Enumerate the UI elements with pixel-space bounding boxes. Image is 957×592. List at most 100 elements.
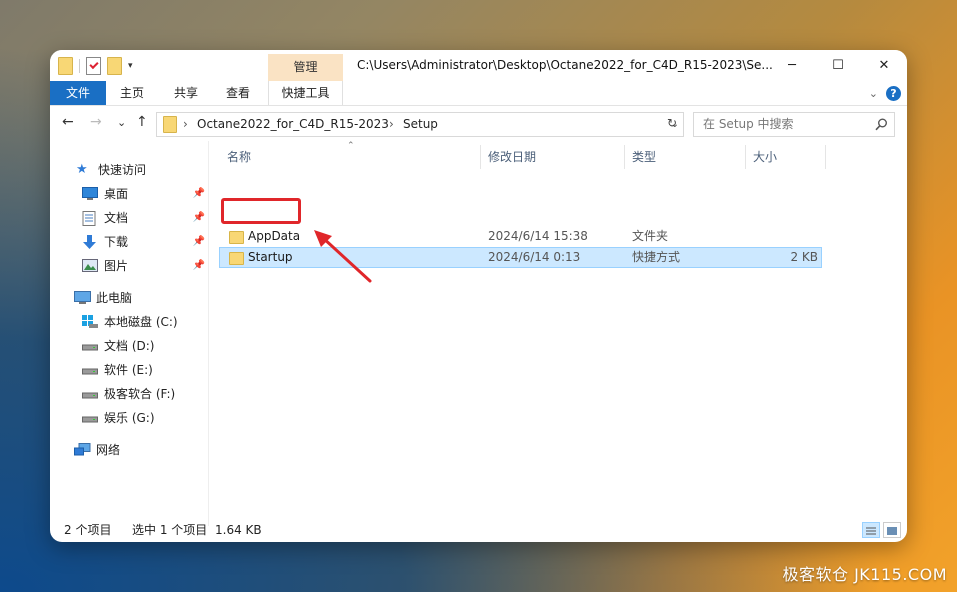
sidebar-item-label: 快速访问 bbox=[98, 163, 147, 177]
documents-icon bbox=[82, 211, 96, 226]
breadcrumb-item[interactable]: Octane2022_for_C4D_R15-2023 bbox=[197, 113, 389, 136]
up-arrow-icon[interactable]: ↑ bbox=[136, 114, 148, 130]
sidebar-item-drive-c[interactable]: 本地磁盘 (C:) bbox=[82, 311, 202, 333]
folder-icon bbox=[229, 231, 244, 244]
drive-icon bbox=[82, 416, 98, 423]
help-icon[interactable]: ? bbox=[886, 86, 901, 101]
customize-toolbar-chevron-icon[interactable]: ▾ bbox=[128, 61, 133, 71]
sidebar-item-quick-access[interactable]: ★ 快速访问 bbox=[76, 159, 196, 181]
windows-drive-icon bbox=[82, 315, 98, 328]
sidebar-item-drive-e[interactable]: 软件 (E:) bbox=[82, 359, 202, 381]
column-header-size[interactable]: 大小 bbox=[753, 141, 777, 173]
sidebar-item-label: 图片 bbox=[104, 259, 129, 273]
folder-icon bbox=[163, 116, 177, 133]
desktop-icon bbox=[82, 187, 98, 200]
navigation-bar: ← → ⌄ ↑ › Octane2022_for_C4D_R15-2023 › … bbox=[50, 106, 907, 141]
pin-icon[interactable]: 📌 bbox=[193, 231, 205, 253]
status-selected: 选中 1 个项目 bbox=[132, 523, 208, 537]
tab-share[interactable]: 共享 bbox=[162, 81, 210, 105]
quick-access-toolbar: ▾ bbox=[58, 57, 133, 75]
search-input[interactable]: 在 Setup 中搜索 bbox=[693, 112, 895, 137]
minimize-button[interactable]: ─ bbox=[769, 50, 815, 81]
file-name: AppData bbox=[248, 229, 301, 243]
file-list: ⌃ 名称 修改日期 类型 大小 AppData 2024/6/14 15:38 … bbox=[209, 141, 907, 526]
pin-icon[interactable]: 📌 bbox=[193, 183, 205, 205]
context-tab-manage[interactable]: 管理 bbox=[268, 54, 343, 81]
star-icon: ★ bbox=[76, 162, 88, 177]
title-bar: ▾ 管理 C:\Users\Administrator\Desktop\Octa… bbox=[50, 50, 907, 81]
tab-view[interactable]: 查看 bbox=[214, 81, 262, 105]
column-header-name[interactable]: 名称 bbox=[227, 141, 251, 173]
chevron-down-icon[interactable]: ⌄ bbox=[869, 87, 878, 100]
breadcrumb-item[interactable]: Setup bbox=[403, 113, 438, 136]
status-size: 1.64 KB bbox=[215, 523, 262, 537]
file-explorer-window: ▾ 管理 C:\Users\Administrator\Desktop\Octa… bbox=[50, 50, 907, 542]
back-arrow-icon[interactable]: ← bbox=[62, 114, 74, 130]
status-bar: 2 个项目 选中 1 个项目 1.64 KB bbox=[50, 519, 907, 542]
pin-icon[interactable]: 📌 bbox=[193, 255, 205, 277]
file-type: 文件夹 bbox=[632, 229, 669, 243]
column-header-date[interactable]: 修改日期 bbox=[488, 141, 536, 173]
sidebar-item-this-pc[interactable]: 此电脑 bbox=[74, 287, 194, 309]
sort-ascending-icon: ⌃ bbox=[347, 141, 355, 151]
sidebar-item-label: 软件 (E:) bbox=[104, 363, 153, 377]
sidebar-item-pictures[interactable]: 图片 📌 bbox=[82, 255, 205, 277]
sidebar-item-label: 娱乐 (G:) bbox=[104, 411, 155, 425]
close-button[interactable]: ✕ bbox=[861, 50, 907, 81]
tab-home[interactable]: 主页 bbox=[108, 81, 156, 105]
sidebar-item-drive-f[interactable]: 极客软合 (F:) bbox=[82, 383, 202, 405]
refresh-icon[interactable]: ↻ bbox=[662, 112, 682, 135]
file-name: Startup bbox=[248, 250, 293, 264]
sidebar-item-desktop[interactable]: 桌面 📌 bbox=[82, 183, 205, 205]
file-type: 快捷方式 bbox=[632, 250, 681, 264]
folder-shortcut-icon bbox=[229, 252, 244, 265]
column-divider[interactable] bbox=[480, 145, 481, 169]
sidebar-item-documents[interactable]: 文档 📌 bbox=[82, 207, 205, 229]
network-icon bbox=[74, 443, 91, 456]
recent-locations-chevron-icon[interactable]: ⌄ bbox=[117, 116, 126, 129]
details-view-icon[interactable] bbox=[862, 522, 880, 538]
sidebar-item-downloads[interactable]: 下载 📌 bbox=[82, 231, 205, 253]
computer-icon bbox=[74, 291, 91, 304]
sidebar-item-label: 桌面 bbox=[104, 187, 129, 201]
pictures-icon bbox=[82, 259, 98, 272]
new-folder-icon[interactable] bbox=[107, 57, 122, 75]
breadcrumb-separator[interactable]: › bbox=[183, 113, 188, 136]
sidebar-item-label: 下载 bbox=[104, 235, 129, 249]
sidebar-item-drive-g[interactable]: 娱乐 (G:) bbox=[82, 407, 202, 429]
sidebar-item-label: 网络 bbox=[96, 443, 121, 457]
toolbar-divider bbox=[79, 59, 80, 73]
highlight-box bbox=[221, 198, 301, 224]
address-bar[interactable]: › Octane2022_for_C4D_R15-2023 › Setup ⌄ bbox=[156, 112, 684, 137]
ribbon-right-controls: ⌄ ? bbox=[869, 86, 901, 101]
file-size: 2 KB bbox=[790, 250, 818, 264]
sidebar-item-label: 此电脑 bbox=[96, 291, 133, 305]
folder-icon bbox=[58, 57, 73, 75]
sidebar-item-label: 本地磁盘 (C:) bbox=[104, 315, 178, 329]
drive-icon bbox=[82, 392, 98, 399]
search-icon bbox=[875, 118, 887, 131]
column-divider[interactable] bbox=[745, 145, 746, 169]
search-placeholder: 在 Setup 中搜索 bbox=[703, 117, 794, 131]
ribbon-tabs: 文件 主页 共享 查看 快捷工具 ⌄ ? bbox=[50, 81, 907, 106]
annotation-arrow-icon bbox=[314, 230, 372, 283]
drive-icon bbox=[82, 368, 98, 375]
window-title: C:\Users\Administrator\Desktop\Octane202… bbox=[357, 58, 773, 72]
properties-icon[interactable] bbox=[86, 57, 101, 75]
navigation-pane: ★ 快速访问 桌面 📌 文档 📌 下载 📌 图片 📌 此电脑 本地磁盘 (C:)… bbox=[50, 141, 209, 526]
column-header-type[interactable]: 类型 bbox=[632, 141, 656, 173]
tab-shortcut-tools[interactable]: 快捷工具 bbox=[268, 81, 343, 105]
forward-arrow-icon[interactable]: → bbox=[90, 114, 102, 130]
sidebar-item-label: 极客软合 (F:) bbox=[104, 387, 176, 401]
column-divider[interactable] bbox=[825, 145, 826, 169]
pin-icon[interactable]: 📌 bbox=[193, 207, 205, 229]
tab-file[interactable]: 文件 bbox=[50, 81, 106, 105]
sidebar-item-network[interactable]: 网络 bbox=[74, 439, 194, 461]
column-divider[interactable] bbox=[624, 145, 625, 169]
large-icons-view-icon[interactable] bbox=[883, 522, 901, 538]
file-date: 2024/6/14 15:38 bbox=[488, 229, 588, 243]
status-item-count: 2 个项目 bbox=[64, 523, 112, 537]
maximize-button[interactable]: ☐ bbox=[815, 50, 861, 81]
breadcrumb-separator[interactable]: › bbox=[389, 113, 394, 136]
sidebar-item-drive-d[interactable]: 文档 (D:) bbox=[82, 335, 202, 357]
